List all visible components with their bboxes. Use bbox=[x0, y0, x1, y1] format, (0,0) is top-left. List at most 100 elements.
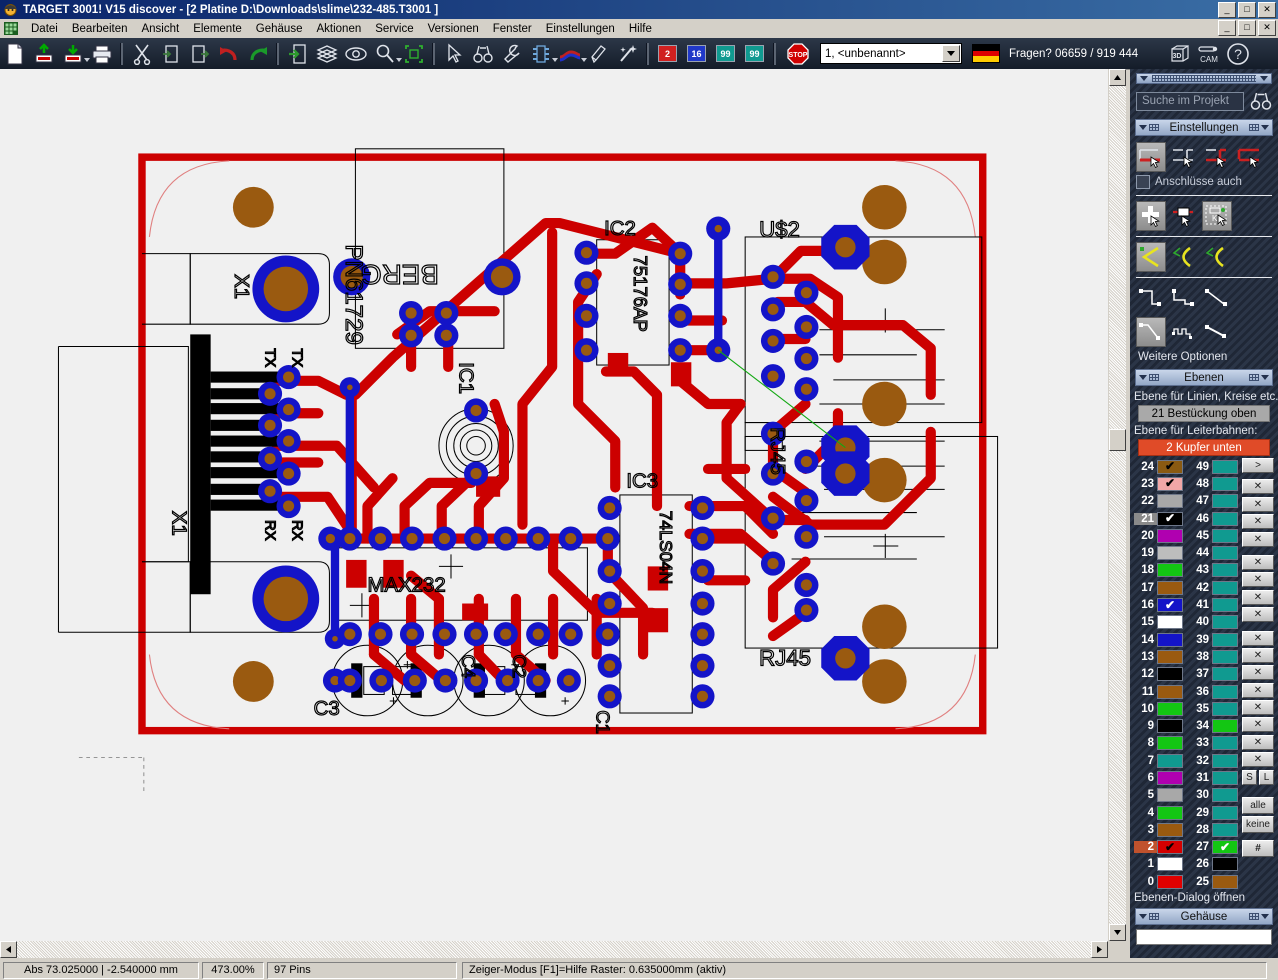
layer-number-left[interactable]: 21 bbox=[1134, 512, 1157, 525]
corner-mode-3-button[interactable] bbox=[1202, 283, 1232, 313]
layer-color-swatch-right[interactable] bbox=[1212, 632, 1238, 647]
layer-color-swatch-right[interactable] bbox=[1212, 511, 1238, 526]
layer-number-left[interactable]: 1 bbox=[1134, 858, 1157, 870]
menu-item-ansicht[interactable]: Ansicht bbox=[134, 21, 186, 37]
bend-mode-2-button[interactable] bbox=[1169, 242, 1199, 272]
layer-number-left[interactable]: 22 bbox=[1134, 495, 1157, 507]
layer-color-swatch-left[interactable] bbox=[1157, 580, 1183, 595]
corner-mode-2-button[interactable] bbox=[1169, 283, 1199, 313]
menu-item-aktionen[interactable]: Aktionen bbox=[309, 21, 368, 37]
layer-cross-button-12[interactable]: ✕ bbox=[1242, 682, 1274, 698]
document-system-icon[interactable] bbox=[3, 21, 19, 36]
layer-number-left[interactable]: 11 bbox=[1134, 686, 1157, 698]
pen-icon[interactable] bbox=[585, 40, 612, 67]
layer-l-button[interactable]: L bbox=[1259, 769, 1274, 785]
undo-icon[interactable] bbox=[215, 40, 242, 67]
layer-color-swatch-right[interactable] bbox=[1212, 580, 1238, 595]
stop-icon[interactable]: STOP bbox=[784, 40, 811, 67]
layer-number-left[interactable]: 4 bbox=[1134, 807, 1157, 819]
layer-color-swatch-left[interactable]: ✔ bbox=[1157, 476, 1183, 491]
route-mode-3-button[interactable] bbox=[1202, 142, 1232, 172]
open-file-icon[interactable] bbox=[30, 40, 57, 67]
scroll-right-button[interactable] bbox=[1091, 941, 1108, 958]
layer-cross-button-3[interactable]: ✕ bbox=[1242, 514, 1274, 530]
layer-cross-button-16[interactable]: ✕ bbox=[1242, 752, 1274, 768]
layer-color-swatch-left[interactable] bbox=[1157, 701, 1183, 716]
layer-color-swatch-right[interactable] bbox=[1212, 459, 1238, 474]
layer-number-right[interactable]: 46 bbox=[1183, 513, 1212, 525]
layer-number-right[interactable]: 25 bbox=[1183, 876, 1212, 888]
new-file-icon[interactable] bbox=[1, 40, 28, 67]
caret-down-icon[interactable] bbox=[1260, 76, 1268, 81]
layer-color-swatch-left[interactable] bbox=[1157, 546, 1183, 561]
bend-mode-1-button[interactable] bbox=[1136, 242, 1166, 272]
layer-cross-button-8[interactable]: ✕ bbox=[1242, 607, 1274, 623]
close-button[interactable]: ✕ bbox=[1258, 2, 1276, 18]
weitere-optionen-label[interactable]: Weitere Optionen bbox=[1130, 349, 1278, 367]
corner-mode-1-button[interactable] bbox=[1136, 283, 1166, 313]
layer-number-right[interactable]: 34 bbox=[1183, 720, 1212, 732]
layer-cross-button-11[interactable]: ✕ bbox=[1242, 665, 1274, 681]
layer-expand-button[interactable]: > bbox=[1242, 458, 1274, 473]
layer-cross-button-13[interactable]: ✕ bbox=[1242, 700, 1274, 716]
corner-mode-5-button[interactable] bbox=[1169, 317, 1199, 347]
layer-grid-button[interactable]: # bbox=[1242, 839, 1274, 857]
layer-number-left[interactable]: 17 bbox=[1134, 582, 1157, 594]
layer-color-swatch-right[interactable] bbox=[1212, 598, 1238, 613]
layer-cross-button-15[interactable]: ✕ bbox=[1242, 734, 1274, 750]
layer-number-left[interactable]: 24 bbox=[1134, 461, 1157, 473]
maximize-button[interactable]: □ bbox=[1238, 2, 1256, 18]
corner-mode-4-button[interactable] bbox=[1136, 317, 1166, 347]
layer-number-left[interactable]: 12 bbox=[1134, 668, 1157, 680]
caret-down-icon[interactable] bbox=[1261, 125, 1269, 130]
scroll-left-button[interactable] bbox=[0, 941, 17, 958]
counter-red-badge[interactable]: 2 bbox=[654, 40, 681, 67]
menu-item-einstellungen[interactable]: Einstellungen bbox=[539, 21, 622, 37]
canvas-vertical-scrollbar[interactable] bbox=[1108, 69, 1126, 941]
layer-cross-button-10[interactable]: ✕ bbox=[1242, 647, 1274, 663]
layer-cross-button-2[interactable]: ✕ bbox=[1242, 496, 1274, 512]
layer-color-swatch-left[interactable]: ✔ bbox=[1157, 840, 1183, 855]
counter-blue-badge[interactable]: 16 bbox=[683, 40, 710, 67]
layer-s-button[interactable]: S bbox=[1242, 769, 1257, 785]
layer-number-right[interactable]: 32 bbox=[1183, 755, 1212, 767]
layer-color-swatch-left[interactable] bbox=[1157, 874, 1183, 889]
project-combo[interactable]: 1, <unbenannt> bbox=[820, 43, 962, 64]
corner-mode-6-button[interactable] bbox=[1202, 317, 1232, 347]
layer-color-swatch-left[interactable] bbox=[1157, 494, 1183, 509]
layer-number-right[interactable]: 26 bbox=[1183, 858, 1212, 870]
pointer-icon[interactable] bbox=[440, 40, 467, 67]
layer-color-swatch-right[interactable] bbox=[1212, 805, 1238, 820]
layer-color-swatch-left[interactable] bbox=[1157, 857, 1183, 872]
layer-number-left[interactable]: 6 bbox=[1134, 772, 1157, 784]
print-icon[interactable] bbox=[88, 40, 115, 67]
menu-item-hilfe[interactable]: Hilfe bbox=[622, 21, 659, 37]
layer-number-left[interactable]: 5 bbox=[1134, 789, 1157, 801]
section-header-ebenen[interactable]: Ebenen bbox=[1135, 369, 1273, 386]
layer-color-swatch-right[interactable] bbox=[1212, 857, 1238, 872]
paste-icon[interactable] bbox=[186, 40, 213, 67]
layer-color-swatch-left[interactable] bbox=[1157, 736, 1183, 751]
counter-teal-badge-1[interactable]: 99 bbox=[712, 40, 739, 67]
layers-stack-icon[interactable] bbox=[313, 40, 340, 67]
layer-number-right[interactable]: 40 bbox=[1183, 616, 1212, 628]
layer-color-swatch-left[interactable] bbox=[1157, 649, 1183, 664]
layer-tracks-value[interactable]: 2 Kupfer unten bbox=[1138, 439, 1270, 456]
caret-down-icon[interactable] bbox=[1139, 914, 1147, 920]
layer-number-right[interactable]: 37 bbox=[1183, 668, 1212, 680]
visibility-eye-icon[interactable] bbox=[342, 40, 369, 67]
layer-color-swatch-left[interactable] bbox=[1157, 719, 1183, 734]
layer-color-swatch-right[interactable] bbox=[1212, 719, 1238, 734]
vertical-scroll-thumb[interactable] bbox=[1109, 429, 1126, 451]
wrench-icon[interactable] bbox=[498, 40, 525, 67]
layer-number-right[interactable]: 29 bbox=[1183, 807, 1212, 819]
layer-cross-button-6[interactable]: ✕ bbox=[1242, 572, 1274, 588]
component-icon[interactable] bbox=[527, 40, 558, 67]
layer-number-left[interactable]: 8 bbox=[1134, 737, 1157, 749]
layer-color-swatch-right[interactable] bbox=[1212, 667, 1238, 682]
place-component-button[interactable]: K bbox=[1202, 201, 1232, 231]
layer-color-swatch-right[interactable] bbox=[1212, 874, 1238, 889]
layer-number-left[interactable]: 7 bbox=[1134, 755, 1157, 767]
layer-color-swatch-right[interactable] bbox=[1212, 822, 1238, 837]
caret-down-icon[interactable] bbox=[1139, 375, 1147, 380]
